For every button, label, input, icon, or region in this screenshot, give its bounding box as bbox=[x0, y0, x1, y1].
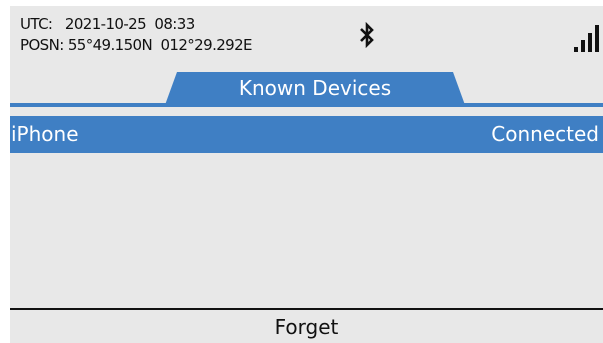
signal-strength-icon bbox=[574, 25, 599, 52]
device-connection-status: Connected bbox=[491, 122, 599, 146]
bluetooth-icon bbox=[360, 22, 374, 48]
device-screen: UTC: 2021-10-25 08:33 POSN: 55°49.150N 0… bbox=[10, 6, 603, 343]
status-bar: UTC: 2021-10-25 08:33 POSN: 55°49.150N 0… bbox=[10, 6, 603, 66]
tab-title: Known Devices bbox=[238, 76, 392, 100]
tab-known-devices[interactable]: Known Devices bbox=[165, 72, 465, 105]
list-item-device[interactable]: iPhone Connected bbox=[10, 116, 603, 153]
utc-time: UTC: 2021-10-25 08:33 bbox=[20, 15, 195, 33]
softkey-divider bbox=[10, 308, 603, 310]
device-name: iPhone bbox=[11, 122, 79, 146]
forget-button[interactable]: Forget bbox=[10, 311, 603, 343]
tab-underline bbox=[10, 103, 603, 107]
gps-position: POSN: 55°49.150N 012°29.292E bbox=[20, 36, 253, 54]
